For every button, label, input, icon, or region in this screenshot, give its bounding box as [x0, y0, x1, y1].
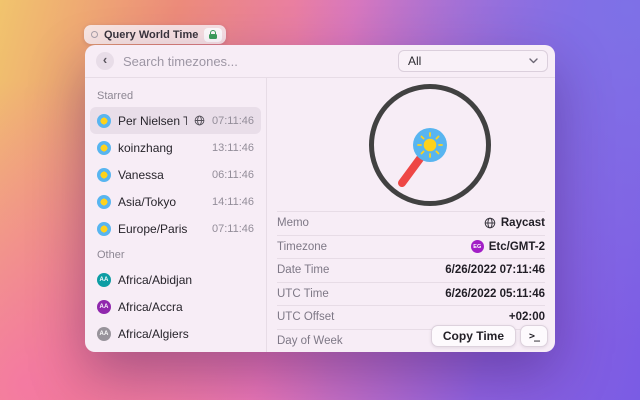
sidebar-item-africa-abidjan[interactable]: AA Africa/Abidjan	[90, 266, 261, 293]
action-bar: Copy Time >_	[431, 325, 548, 347]
sun-clock-icon	[97, 222, 111, 236]
row-label: Date Time	[277, 264, 329, 276]
timezone-name: Asia/Tokyo	[118, 195, 205, 209]
timezone-name: koinzhang	[118, 141, 205, 155]
filter-dropdown[interactable]: All	[398, 50, 548, 72]
timezone-name: Per Nielsen Tikær	[118, 114, 187, 128]
sidebar-item-vanessa[interactable]: Vanessa 06:11:46	[90, 161, 261, 188]
sidebar-item-africa-bissau[interactable]: AB Africa/Bissau	[90, 347, 261, 352]
row-value: Raycast	[501, 217, 545, 229]
timezone-name: Europe/Paris	[118, 222, 205, 236]
row-value: 6/26/2022 07:11:46	[445, 264, 545, 276]
section-title-other: Other	[90, 242, 261, 266]
desktop-background: Query World Time ‹ All Starred	[0, 0, 640, 400]
row-date-time: Date Time 6/26/2022 07:11:46	[277, 258, 545, 282]
filter-selected-value: All	[408, 54, 421, 68]
row-value: 6/26/2022 05:11:46	[445, 288, 545, 300]
timezone-name: Africa/Abidjan	[118, 273, 254, 287]
clock-illustration	[267, 78, 555, 211]
sun-clock-graphic	[366, 81, 494, 209]
sidebar-item-per-nielsen[interactable]: Per Nielsen Tikær 07:11:46	[90, 107, 261, 134]
window-title-pill[interactable]: Query World Time	[84, 25, 226, 44]
lock-badge	[204, 28, 222, 42]
row-timezone: Timezone EG Etc/GMT-2	[277, 235, 545, 259]
sun-clock-icon	[97, 195, 111, 209]
window-title: Query World Time	[104, 29, 198, 41]
timezone-name: Vanessa	[118, 168, 205, 182]
row-label: Day of Week	[277, 335, 343, 347]
record-icon	[91, 31, 98, 38]
timezone-time: 06:11:46	[212, 169, 254, 181]
row-utc-time: UTC Time 6/26/2022 05:11:46	[277, 282, 545, 306]
sidebar-item-africa-accra[interactable]: AA Africa/Accra	[90, 293, 261, 320]
detail-panel: Memo Raycast Timezone EG	[267, 78, 555, 352]
sun-clock-icon	[97, 114, 111, 128]
sidebar-item-europe-paris[interactable]: Europe/Paris 07:11:46	[90, 215, 261, 242]
initials-avatar: AA	[97, 300, 111, 314]
chevron-down-icon	[529, 58, 538, 64]
timezone-name: Africa/Accra	[118, 300, 254, 314]
row-memo: Memo Raycast	[277, 211, 545, 235]
row-value: +02:00	[509, 311, 545, 323]
row-value: Etc/GMT-2	[489, 241, 545, 253]
sun-clock-icon	[97, 168, 111, 182]
timezone-time: 14:11:46	[212, 196, 254, 208]
section-title-starred: Starred	[90, 83, 261, 107]
globe-icon	[194, 115, 205, 126]
row-label: Timezone	[277, 241, 327, 253]
search-header: ‹ All	[85, 45, 555, 78]
sidebar-item-africa-algiers[interactable]: AA Africa/Algiers	[90, 320, 261, 347]
search-input[interactable]	[123, 54, 389, 69]
initials-avatar: AA	[97, 273, 111, 287]
query-world-time-window: ‹ All Starred Per Nielsen Tikær	[85, 45, 555, 352]
back-button[interactable]: ‹	[96, 52, 114, 70]
timezone-time: 07:11:46	[212, 115, 254, 127]
row-label: UTC Offset	[277, 311, 334, 323]
timezone-name: Africa/Algiers	[118, 327, 254, 341]
timezone-sidebar[interactable]: Starred Per Nielsen Tikær 07:11:46 koinz…	[85, 78, 267, 352]
sun-clock-icon	[97, 141, 111, 155]
timezone-time: 07:11:46	[212, 223, 254, 235]
initials-avatar: AA	[97, 327, 111, 341]
terminal-icon[interactable]: >_	[520, 325, 548, 347]
row-label: UTC Time	[277, 288, 329, 300]
copy-time-button[interactable]: Copy Time	[431, 325, 516, 347]
globe-icon	[484, 217, 496, 229]
window-body: Starred Per Nielsen Tikær 07:11:46 koinz…	[85, 78, 555, 352]
timezone-time: 13:11:46	[212, 142, 254, 154]
row-label: Memo	[277, 217, 309, 229]
timezone-initials-icon: EG	[471, 240, 484, 253]
sidebar-item-asia-tokyo[interactable]: Asia/Tokyo 14:11:46	[90, 188, 261, 215]
sidebar-item-koinzhang[interactable]: koinzhang 13:11:46	[90, 134, 261, 161]
